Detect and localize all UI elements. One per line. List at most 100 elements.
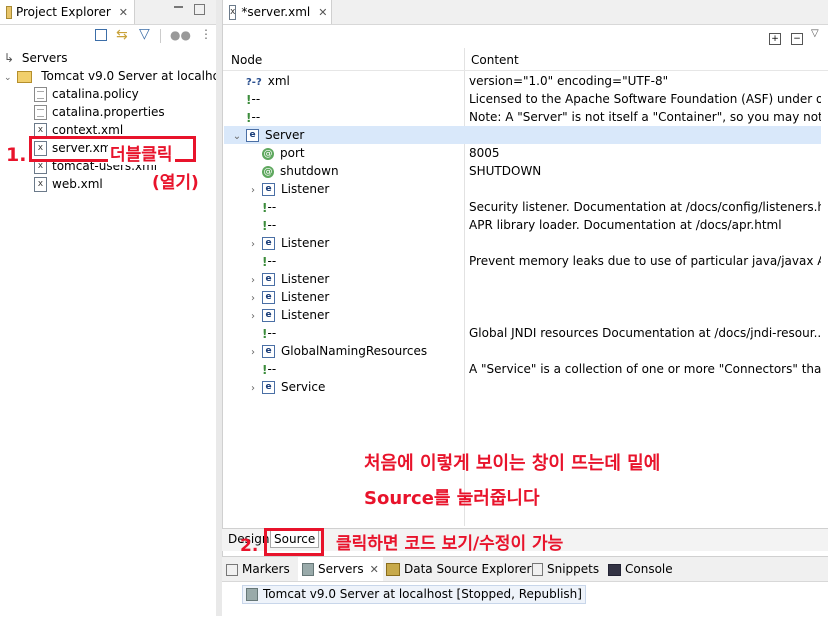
database-icon [386, 563, 400, 576]
content-cell: Note: A "Server" is not itself a "Contai… [469, 110, 821, 124]
expand-all-icon[interactable]: + [769, 33, 781, 45]
tab-data-source-explorer[interactable]: Data Source Explorer [386, 562, 531, 576]
node-label: xml [267, 74, 290, 88]
annotation-step1-sub: (열기) [152, 173, 199, 193]
xml-file-icon: x [34, 177, 47, 192]
tree-item-file[interactable]: x web.xml [34, 175, 103, 193]
folder-open-icon [17, 70, 33, 83]
element-icon: e [262, 273, 275, 286]
element-icon: e [246, 129, 259, 142]
bottom-panel: Markers Servers ✕ Data Source Explorer Sn… [222, 556, 828, 617]
content-cell: A "Service" is a collection of one or mo… [469, 362, 821, 376]
content-cell [469, 288, 821, 306]
collapse-all-icon[interactable]: − [791, 33, 803, 45]
minimize-icon[interactable] [174, 6, 183, 8]
tab-console[interactable]: Console [608, 562, 673, 576]
table-row[interactable]: !-- APR library loader. Documentation at… [224, 216, 821, 234]
tab-markers[interactable]: Markers [226, 562, 290, 576]
maximize-icon[interactable] [194, 4, 205, 15]
tab-server-xml[interactable]: x *server.xml ✕ [223, 0, 332, 24]
processing-instruction-icon: ?-? [246, 77, 262, 88]
project-explorer-panel: Project Explorer ✕ ⇆ ▽ ●● ⋮ ↳ Servers ⌄ … [0, 0, 216, 616]
table-row[interactable]: !-- Global JNDI resources Documentation … [224, 324, 821, 342]
tree-item-tomcat-server[interactable]: ⌄ Tomcat v9.0 Server at localhost-c [4, 67, 216, 85]
close-icon[interactable]: ✕ [318, 6, 327, 19]
tab-servers[interactable]: Servers ✕ [298, 557, 383, 581]
node-label: -- [251, 92, 261, 106]
table-row[interactable]: ?-? xml version="1.0" encoding="UTF-8" [224, 72, 821, 90]
column-header-node[interactable]: Node [231, 53, 262, 67]
server-icon [246, 588, 258, 601]
tree-item-file[interactable]: catalina.policy [34, 85, 139, 103]
annotation-main-line2: Source를 눌러줍니다 [364, 488, 540, 509]
table-row[interactable]: › e Listener [224, 180, 821, 198]
link-with-editor-icon[interactable]: ⇆ [116, 27, 128, 43]
content-cell: Prevent memory leaks due to use of parti… [469, 254, 821, 268]
table-row[interactable]: !-- Security listener. Documentation at … [224, 198, 821, 216]
node-cell: ?-? xml [232, 72, 290, 90]
tree-item-label: catalina.properties [52, 105, 165, 119]
node-cell: ⌄ e Server [232, 126, 304, 144]
content-cell [469, 126, 821, 144]
node-label: -- [267, 326, 277, 340]
node-label: -- [267, 218, 277, 232]
content-cell [469, 306, 821, 324]
chevron-right-icon[interactable]: › [248, 380, 258, 398]
node-cell: › e GlobalNamingResources [248, 342, 427, 360]
element-icon: e [262, 291, 275, 304]
node-cell: › e Listener [248, 234, 329, 252]
tab-snippets-label: Snippets [547, 562, 600, 576]
table-row[interactable]: @ port 8005 [224, 144, 821, 162]
node-cell: @ shutdown [248, 162, 339, 180]
close-icon[interactable]: ✕ [119, 6, 128, 19]
focus-icon[interactable]: ●● [170, 28, 191, 42]
filter-icon[interactable]: ▽ [139, 26, 150, 42]
node-label: Server [265, 128, 305, 142]
chevron-down-icon[interactable]: ▽ [811, 28, 819, 39]
server-entry[interactable]: Tomcat v9.0 Server at localhost [Stopped… [242, 585, 586, 604]
tree-item-label: Tomcat v9.0 Server at localhost-c [41, 69, 216, 83]
table-row[interactable]: › e GlobalNamingResources [224, 342, 821, 360]
table-row[interactable]: › e Listener [224, 234, 821, 252]
table-row[interactable]: › e Service [224, 378, 821, 396]
tab-snippets[interactable]: Snippets [532, 562, 599, 576]
tab-markers-label: Markers [242, 562, 290, 576]
content-cell: version="1.0" encoding="UTF-8" [469, 74, 669, 88]
table-row[interactable]: @ shutdown SHUTDOWN [224, 162, 821, 180]
tree-item-file[interactable]: catalina.properties [34, 103, 165, 121]
view-menu-icon[interactable]: ⋮ [200, 27, 212, 41]
node-label: Listener [281, 182, 330, 196]
table-row[interactable]: ⌄ e Server [224, 126, 821, 144]
chevron-down-icon[interactable]: ⌄ [4, 73, 12, 83]
content-cell: APR library loader. Documentation at /do… [469, 218, 782, 232]
node-cell: !-- [248, 216, 276, 234]
node-label: GlobalNamingResources [281, 344, 428, 358]
node-cell: › e Listener [248, 270, 329, 288]
element-icon: e [262, 309, 275, 322]
node-label: Listener [281, 236, 330, 250]
close-icon[interactable]: ✕ [370, 563, 379, 576]
annotation-step2-text: 클릭하면 코드 보기/수정이 가능 [336, 534, 564, 554]
table-row[interactable]: !-- A "Service" is a collection of one o… [224, 360, 821, 378]
table-row[interactable]: › e Listener [224, 306, 821, 324]
separator [160, 29, 161, 43]
tab-project-explorer[interactable]: Project Explorer ✕ [0, 0, 135, 24]
column-header-content[interactable]: Content [471, 53, 519, 67]
project-explorer-toolbar: ⇆ ▽ ●● ⋮ [0, 26, 216, 46]
content-cell [469, 378, 821, 396]
table-row[interactable]: !-- Licensed to the Apache Software Foun… [224, 90, 821, 108]
table-row[interactable]: › e Listener [224, 270, 821, 288]
bottom-tabbar: Markers Servers ✕ Data Source Explorer Sn… [222, 557, 828, 582]
table-row[interactable]: !-- Note: A "Server" is not itself a "Co… [224, 108, 821, 126]
tab-console-label: Console [625, 562, 673, 576]
tree-item-servers[interactable]: ↳ Servers [4, 49, 68, 67]
collapse-all-icon[interactable] [95, 29, 107, 41]
element-icon: e [262, 381, 275, 394]
node-cell: !-- [248, 360, 276, 378]
node-cell: @ port [248, 144, 305, 162]
node-cell: › e Service [248, 378, 325, 396]
annotation-step2-number: 2. [240, 536, 259, 556]
node-label: -- [267, 200, 277, 214]
table-row[interactable]: › e Listener [224, 288, 821, 306]
table-row[interactable]: !-- Prevent memory leaks due to use of p… [224, 252, 821, 270]
